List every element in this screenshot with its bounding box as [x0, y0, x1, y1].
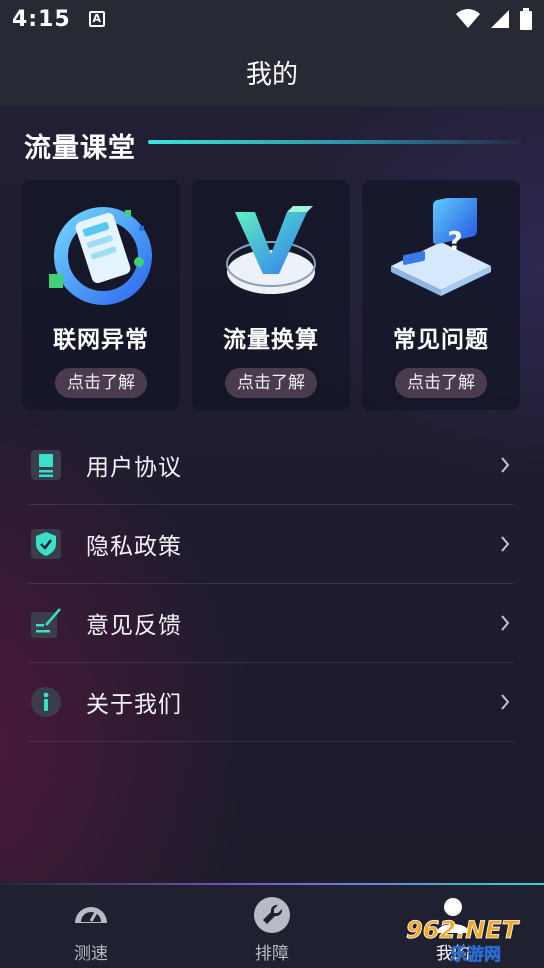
section-header: 流量课堂 [24, 126, 136, 165]
chevron-right-icon [501, 615, 510, 631]
battery-icon [520, 8, 532, 30]
watermark-logo: 962.NET 乐游网 [406, 916, 520, 966]
wrench-icon [254, 897, 290, 933]
status-bar: 4:15 A [0, 0, 544, 38]
shield-check-icon [31, 529, 61, 559]
menu-item-about-us[interactable]: 关于我们 [28, 663, 514, 742]
info-icon [31, 687, 61, 717]
chevron-right-icon [501, 536, 510, 552]
menu-item-privacy-policy[interactable]: 隐私政策 [28, 505, 514, 584]
card-title: 常见问题 [393, 327, 489, 353]
menu-label: 关于我们 [86, 692, 182, 718]
question-screen-icon: ? [391, 198, 491, 296]
menu-label: 用户协议 [86, 455, 182, 481]
learn-more-button[interactable]: 点击了解 [55, 368, 147, 398]
card-network-issue[interactable]: 联网异常 点击了解 [22, 180, 180, 410]
section-title: 流量课堂 [24, 133, 136, 164]
menu-item-feedback[interactable]: 意见反馈 [28, 584, 514, 663]
card-title: 流量换算 [223, 327, 319, 353]
app-bar: 我的 [0, 38, 544, 106]
tab-label: 测速 [74, 944, 108, 964]
bottom-nav-divider [0, 883, 544, 885]
document-icon [31, 450, 61, 480]
svg-text:?: ? [447, 227, 462, 257]
tab-troubleshoot[interactable]: 排障 [212, 895, 332, 964]
section-divider-line [148, 140, 522, 144]
card-title: 联网异常 [53, 327, 149, 353]
feedback-edit-icon [31, 608, 61, 638]
svg-text:乐游网: 乐游网 [450, 944, 501, 965]
status-time: 4:15 [12, 6, 71, 32]
learn-more-button[interactable]: 点击了解 [395, 368, 487, 398]
phone-network-icon [49, 207, 152, 305]
a-notification-icon: A [88, 11, 105, 27]
tab-speed-test[interactable]: 测速 [31, 895, 151, 964]
main-content: 流量课堂 联网异常 点击了解 流量换算 点击了解 ? 常见问题 点击了解 用户协… [0, 106, 544, 882]
learn-more-button[interactable]: 点击了解 [225, 368, 317, 398]
course-cards: 联网异常 点击了解 流量换算 点击了解 ? 常见问题 点击了解 [22, 180, 520, 410]
v-logo-icon [226, 206, 316, 294]
chevron-right-icon [501, 457, 510, 473]
menu-label: 隐私政策 [86, 534, 182, 560]
speedometer-icon [75, 907, 107, 923]
signal-icon [491, 10, 509, 28]
tab-label: 排障 [255, 944, 289, 964]
wifi-icon [456, 9, 480, 28]
menu-item-user-agreement[interactable]: 用户协议 [28, 426, 514, 505]
menu-label: 意见反馈 [86, 613, 182, 639]
svg-text:962.NET: 962.NET [406, 916, 520, 944]
card-faq[interactable]: ? 常见问题 点击了解 [362, 180, 520, 410]
settings-menu: 用户协议 隐私政策 意见反馈 关于我们 [28, 426, 514, 742]
status-icons [456, 8, 532, 30]
page-title: 我的 [245, 59, 298, 90]
card-traffic-conversion[interactable]: 流量换算 点击了解 [192, 180, 350, 410]
chevron-right-icon [501, 694, 510, 710]
